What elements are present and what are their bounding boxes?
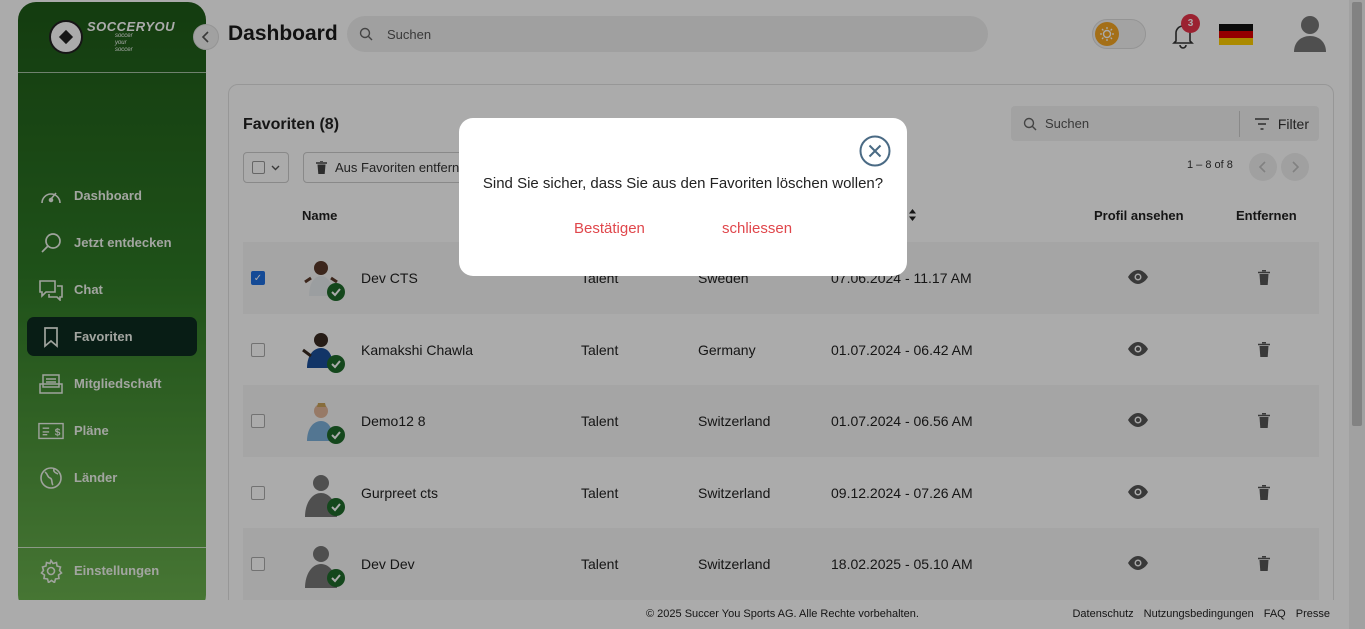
confirm-delete-dialog: Sind Sie sicher, dass Sie aus den Favori… [459,118,907,276]
dialog-message: Sind Sie sicher, dass Sie aus den Favori… [482,175,884,192]
modal-backdrop[interactable] [0,0,1365,629]
close-circle-icon[interactable] [859,135,891,167]
close-button[interactable]: schliessen [722,220,792,237]
confirm-button[interactable]: Bestätigen [574,220,645,237]
